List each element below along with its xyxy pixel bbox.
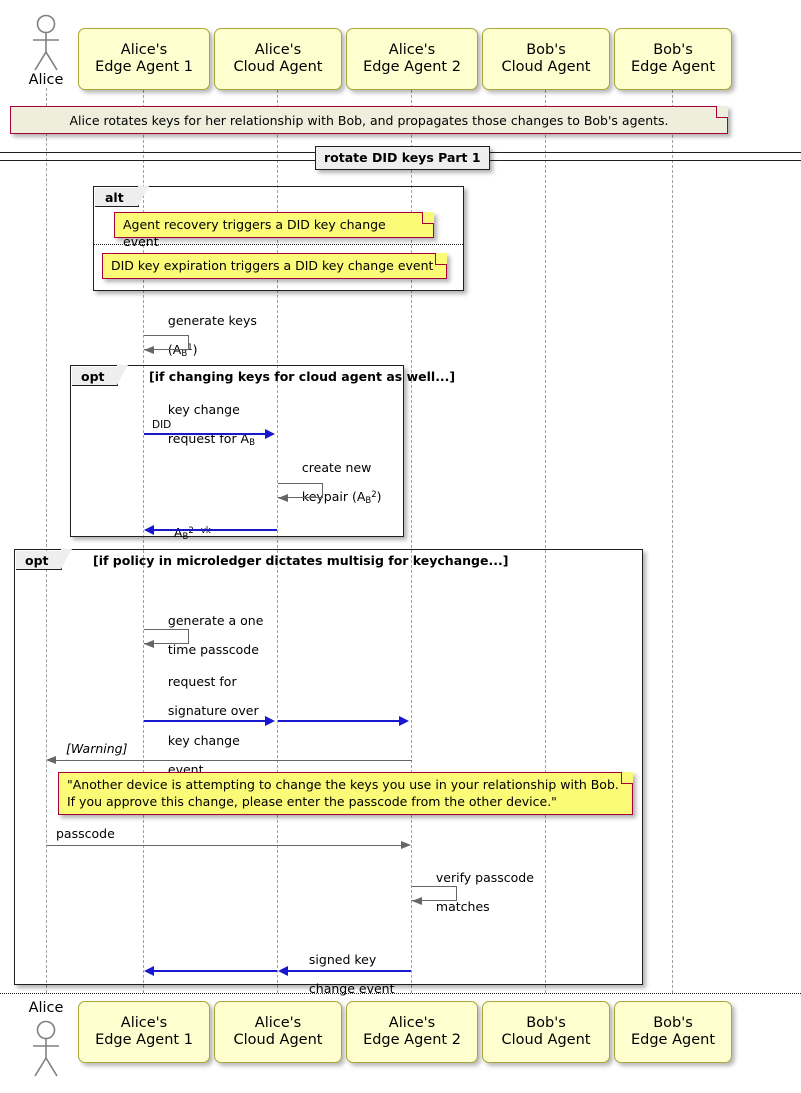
opt-policy-condition: [if policy in microledger dictates multi… <box>93 553 509 568</box>
participant-line-1: Alice's <box>120 1014 168 1031</box>
alt-frame-tab-label: alt <box>105 190 124 205</box>
message-label-key-change-request-did: DID <box>152 419 172 431</box>
participant-alices-edge-agent-1-top[interactable]: Alice's Edge Agent 1 <box>78 28 210 90</box>
participant-alices-cloud-agent-top[interactable]: Alice's Cloud Agent <box>214 28 342 90</box>
actor-label-alice-bottom: Alice <box>28 1000 64 1016</box>
participant-line-2: Edge Agent <box>630 1032 716 1048</box>
arrowhead-passcode <box>401 841 411 849</box>
message-label-passcode: passcode <box>56 826 115 841</box>
message-label-warning: [Warning] <box>66 741 128 756</box>
msg-line-1: request for <box>167 673 237 689</box>
arrowhead-generate-keys <box>144 345 154 354</box>
participant-line-2: Edge Agent 1 <box>95 59 193 75</box>
msg-line-1: key change <box>167 401 240 417</box>
participant-bobs-edge-agent-top[interactable]: Bob's Edge Agent <box>614 28 732 90</box>
alt-note-2-text: DID key expiration triggers a DID key ch… <box>111 258 434 273</box>
msg-line-1: generate keys <box>167 312 257 328</box>
warning-note-line-1: "Another device is attempting to change … <box>67 777 619 792</box>
participant-line-1: Alice's <box>254 1014 302 1031</box>
participant-line-2: Edge Agent 2 <box>363 59 461 75</box>
opt-cloud-agent-tab-label: opt <box>81 369 105 384</box>
warning-note-line-2: If you approve this change, please enter… <box>67 793 557 809</box>
message-arrow-key-change-request <box>144 433 268 435</box>
participant-line-2: Edge Agent 2 <box>363 1032 461 1048</box>
msg-line-1: verify passcode <box>435 869 534 885</box>
alt-else-divider <box>94 244 463 245</box>
title-band-label: rotate DID keys Part 1 <box>315 146 490 170</box>
lifeline-bobs-edge-agent <box>672 90 673 993</box>
arrowhead-request-signature-seg1 <box>265 716 275 726</box>
message-arrow-ab2vk <box>153 529 277 531</box>
arrowhead-request-signature-seg2 <box>399 716 409 726</box>
participant-line-1: Alice's <box>120 41 168 58</box>
note-fold-icon <box>716 106 728 118</box>
msg-line-2: change event <box>308 981 395 997</box>
arrowhead-generate-passcode <box>144 639 154 648</box>
participant-line-2: Edge Agent 1 <box>95 1032 193 1048</box>
arrowhead-warning <box>46 756 56 764</box>
participant-line-2: Cloud Agent <box>501 1032 591 1048</box>
actor-label-alice-top: Alice <box>28 72 64 88</box>
participant-line-2: Cloud Agent <box>501 59 591 75</box>
participant-line-1: Alice's <box>388 1014 436 1031</box>
msg-line-1: generate a one <box>167 612 264 628</box>
participant-bobs-cloud-agent-bottom[interactable]: Bob's Cloud Agent <box>482 1001 610 1063</box>
participant-alices-edge-agent-1-bottom[interactable]: Alice's Edge Agent 1 <box>78 1001 210 1063</box>
participant-alices-edge-agent-2-top[interactable]: Alice's Edge Agent 2 <box>346 28 478 90</box>
msg-line-2: time passcode <box>167 642 259 658</box>
participant-line-1: Alice's <box>388 41 436 58</box>
msg-line-1: signed key <box>308 951 377 967</box>
header-note-text: Alice rotates keys for her relationship … <box>69 113 669 128</box>
participant-line-1: Bob's <box>653 1014 693 1031</box>
arrowhead-create-new-keypair <box>278 493 288 502</box>
bottom-separator <box>0 993 801 994</box>
msg-line-2: matches <box>435 899 490 915</box>
opt-policy-tab-label: opt <box>25 553 49 568</box>
participant-line-1: Bob's <box>526 1014 566 1031</box>
note-fold-icon <box>435 253 447 265</box>
arrowhead-ab2vk <box>144 525 154 535</box>
actor-alice-bottom[interactable] <box>26 1020 66 1078</box>
sequence-diagram-canvas: Alice Alice's Edge Agent 1 Alice's Cloud… <box>0 0 801 1093</box>
participant-line-2: Cloud Agent <box>233 59 323 75</box>
participant-line-1: Alice's <box>254 41 302 58</box>
alt-note-1: Agent recovery triggers a DID key change… <box>114 212 434 249</box>
note-fold-icon <box>621 772 633 784</box>
arrowhead-verify-passcode <box>412 896 422 905</box>
participant-line-2: Cloud Agent <box>233 1032 323 1048</box>
note-fold-icon <box>422 212 434 224</box>
message-arrow-warning <box>55 760 412 761</box>
arrowhead-key-change-request <box>265 429 275 439</box>
opt-cloud-agent-condition: [if changing keys for cloud agent as wel… <box>149 369 456 384</box>
message-arrow-request-signature-seg2 <box>278 720 402 722</box>
participant-line-1: Bob's <box>653 41 693 58</box>
participant-line-2: Edge Agent <box>630 59 716 75</box>
opt-policy-frame <box>14 549 643 985</box>
alt-note-2: DID key expiration triggers a DID key ch… <box>102 253 447 279</box>
participant-alices-edge-agent-2-bottom[interactable]: Alice's Edge Agent 2 <box>346 1001 478 1063</box>
message-arrow-passcode <box>47 845 403 846</box>
warning-note: "Another device is attempting to change … <box>58 772 633 815</box>
message-arrow-signed-key-change-seg1 <box>287 970 411 972</box>
header-note: Alice rotates keys for her relationship … <box>10 106 728 134</box>
participant-bobs-edge-agent-bottom[interactable]: Bob's Edge Agent <box>614 1001 732 1063</box>
participant-line-1: Bob's <box>526 41 566 58</box>
message-arrow-signed-key-change-seg2 <box>153 970 277 972</box>
actor-alice-top[interactable] <box>26 14 66 72</box>
arrowhead-signed-key-change-seg2 <box>144 966 154 976</box>
participant-bobs-cloud-agent-top[interactable]: Bob's Cloud Agent <box>482 28 610 90</box>
arrowhead-signed-key-change-seg1 <box>278 966 288 976</box>
message-arrow-request-signature-seg1 <box>144 720 268 722</box>
msg-line-1: create new <box>301 459 372 475</box>
participant-alices-cloud-agent-bottom[interactable]: Alice's Cloud Agent <box>214 1001 342 1063</box>
msg-line-3: key change <box>167 732 240 748</box>
msg-line-2: signature over <box>167 703 259 719</box>
